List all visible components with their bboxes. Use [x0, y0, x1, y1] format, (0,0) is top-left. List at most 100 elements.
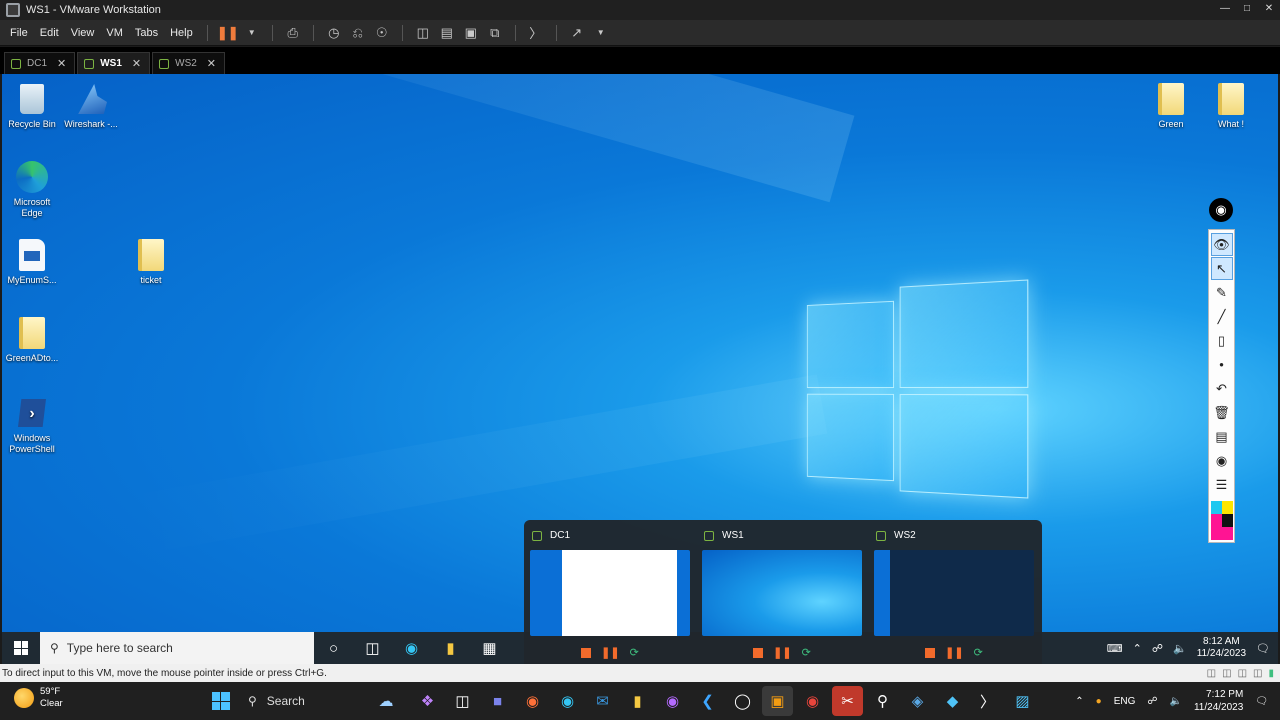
task-view-icon[interactable]: ◫	[353, 632, 392, 664]
stop-vm-icon[interactable]	[925, 648, 936, 658]
stop-vm-icon[interactable]	[581, 648, 592, 658]
revert-snapshot-icon[interactable]: ⎌	[347, 23, 369, 43]
guest-clock[interactable]: 8:12 AM 11/24/2023	[1197, 636, 1246, 660]
network-icon[interactable]: ☍	[1147, 696, 1157, 707]
desktop-icon-edge[interactable]: Microsoft Edge	[2, 160, 62, 219]
photos-icon[interactable]: ▨	[1007, 686, 1038, 716]
pen-tool-toggle-icon[interactable]: ◉	[1209, 198, 1233, 222]
mail-icon[interactable]: ✉	[587, 686, 618, 716]
stretch-guest-icon[interactable]: ↗	[566, 23, 588, 43]
volume-icon[interactable]: 🔈	[1173, 642, 1187, 655]
pause-vm-icon[interactable]: ❚❚	[773, 646, 791, 659]
desktop-icon-ticket[interactable]: ticket	[121, 238, 181, 286]
clipboard-icon[interactable]: ☰	[1211, 473, 1233, 496]
network-icon[interactable]: ☍	[1152, 642, 1163, 655]
host-clock[interactable]: 7:12 PM 11/24/2023	[1194, 688, 1243, 714]
volume-icon[interactable]: 🔈	[1170, 696, 1182, 707]
device-icon[interactable]: ◫	[1207, 668, 1216, 679]
firefox-icon[interactable]: ◉	[517, 686, 548, 716]
desktop-icon-green[interactable]: Green	[1141, 82, 1201, 130]
tab-ws2[interactable]: WS2 ✕	[152, 52, 226, 74]
snapshot-icon[interactable]: ◷	[323, 23, 345, 43]
camera-icon[interactable]: ◉	[1211, 449, 1233, 472]
reset-vm-icon[interactable]: ⟳	[974, 646, 983, 659]
device-icon[interactable]: ◫	[1238, 668, 1247, 679]
maximize-button[interactable]: □	[1236, 0, 1258, 20]
desktop-icon-powershell[interactable]: › Windows PowerShell	[2, 396, 62, 455]
menu-vm[interactable]: VM	[100, 20, 129, 46]
dot-icon[interactable]: ●	[1211, 353, 1233, 376]
keyboard-icon[interactable]: ⌨	[1107, 642, 1123, 655]
menu-tabs[interactable]: Tabs	[129, 20, 164, 46]
undo-icon[interactable]: ↶	[1211, 377, 1233, 400]
pause-dropdown-icon[interactable]: ▼	[241, 23, 263, 43]
host-start-button[interactable]	[205, 686, 236, 716]
map-pin-icon[interactable]: ⚲	[867, 686, 898, 716]
virtualbox-icon[interactable]: ◈	[902, 686, 933, 716]
vscode-icon[interactable]: ❮	[692, 686, 723, 716]
copilot-icon[interactable]: ❖	[412, 686, 443, 716]
desktop-icon-myenum-script[interactable]: MyEnumS...	[2, 238, 62, 286]
pause-vm-icon[interactable]: ❚❚	[217, 23, 239, 43]
pen-icon[interactable]: ✎	[1211, 281, 1233, 304]
line-icon[interactable]: ╱	[1211, 305, 1233, 328]
store-icon[interactable]: ▦	[470, 632, 509, 664]
menu-help[interactable]: Help	[164, 20, 199, 46]
desktop-icon-greenad[interactable]: GreenADto...	[2, 316, 62, 364]
thumbnail-dc1[interactable]: DC1 ❚❚ ⟳	[524, 520, 696, 668]
stretch-dropdown-icon[interactable]: ▼	[590, 23, 612, 43]
file-explorer-icon[interactable]: ▮	[622, 686, 653, 716]
close-tab-icon[interactable]: ✕	[57, 57, 66, 70]
reset-vm-icon[interactable]: ⟳	[802, 646, 811, 659]
host-search-button[interactable]: ⚲ Search	[240, 686, 360, 716]
stop-vm-icon[interactable]	[753, 648, 764, 658]
minimize-button[interactable]: —	[1214, 0, 1236, 20]
menu-file[interactable]: File	[4, 20, 34, 46]
guest-start-button[interactable]	[2, 632, 40, 664]
thumbnail-bar-icon[interactable]: ▤	[436, 23, 458, 43]
eye-icon[interactable]: 👁	[1210, 233, 1233, 256]
whiteboard-icon[interactable]: ▤	[1211, 425, 1233, 448]
tray-chevron-icon[interactable]: ⌃	[1133, 642, 1142, 655]
thumbnail-ws2[interactable]: WS2 ❚❚ ⟳	[868, 520, 1040, 668]
menu-edit[interactable]: Edit	[34, 20, 65, 46]
send-ctrl-alt-del-icon[interactable]: ⎙	[282, 23, 304, 43]
menu-view[interactable]: View	[65, 20, 101, 46]
tab-dc1[interactable]: DC1 ✕	[4, 52, 76, 74]
mask-app-icon[interactable]: ◉	[657, 686, 688, 716]
eraser-icon[interactable]: ▯	[1211, 329, 1233, 352]
weather-widget[interactable]: 59°F Clear	[14, 686, 63, 710]
show-library-icon[interactable]: ◫	[412, 23, 434, 43]
chrome-icon[interactable]: ◉	[797, 686, 828, 716]
desktop-icon-wireshark[interactable]: Wireshark -...	[61, 82, 121, 130]
console-view-icon[interactable]: 〉	[525, 23, 547, 43]
close-tab-icon[interactable]: ✕	[207, 57, 216, 70]
widgets-icon[interactable]: ☁	[364, 686, 408, 716]
unity-icon[interactable]: ⧉	[484, 23, 506, 43]
snapshot-manager-icon[interactable]: ☉	[371, 23, 393, 43]
pause-vm-icon[interactable]: ❚❚	[601, 646, 619, 659]
desktop-icon-what[interactable]: What !	[1201, 82, 1261, 130]
notifications-icon[interactable]: 🗨	[1255, 696, 1268, 707]
obs-icon[interactable]: ◯	[727, 686, 758, 716]
guest-search-box[interactable]: ⚲ Type here to search	[40, 632, 314, 664]
vmware-taskbar-icon[interactable]: ▣	[762, 686, 793, 716]
close-window-button[interactable]: ✕	[1258, 0, 1280, 20]
pause-vm-icon[interactable]: ❚❚	[945, 646, 963, 659]
color-palette[interactable]	[1210, 501, 1233, 540]
task-view-icon[interactable]: ◫	[447, 686, 478, 716]
device-icon[interactable]: ◫	[1222, 668, 1231, 679]
azure-data-icon[interactable]: ◆	[937, 686, 968, 716]
edge-icon[interactable]: ◉	[552, 686, 583, 716]
tab-ws1[interactable]: WS1 ✕	[77, 52, 151, 74]
terminal-icon[interactable]: 〉	[972, 686, 1003, 716]
cortana-icon[interactable]: ○	[314, 632, 353, 664]
desktop-icon-recycle-bin[interactable]: Recycle Bin	[2, 82, 62, 130]
edge-taskbar-icon[interactable]: ◉	[392, 632, 431, 664]
teams-icon[interactable]: ■	[482, 686, 513, 716]
snipping-tool-icon[interactable]: ✂	[832, 686, 863, 716]
notifications-icon[interactable]: 🗨	[1256, 642, 1270, 655]
thumbnail-ws1[interactable]: WS1 ❚❚ ⟳	[696, 520, 868, 668]
pointer-icon[interactable]: ↖	[1210, 257, 1233, 280]
reset-vm-icon[interactable]: ⟳	[630, 646, 639, 659]
